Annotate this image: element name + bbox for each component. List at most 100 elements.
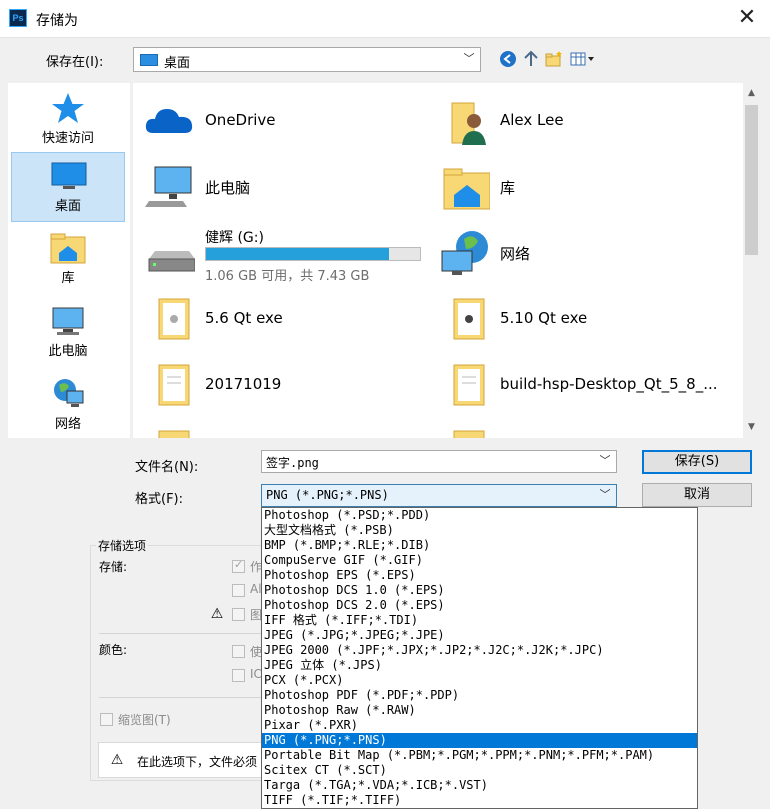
- format-option[interactable]: JPEG (*.JPG;*.JPEG;*.JPE): [262, 628, 697, 643]
- format-option[interactable]: PCX (*.PCX): [262, 673, 697, 688]
- desktop-icon: [140, 54, 158, 66]
- scroll-thumb[interactable]: [745, 105, 758, 255]
- network-icon: [49, 377, 87, 411]
- item-label: 20171019: [205, 375, 282, 393]
- options-title: 存储选项: [96, 537, 149, 554]
- filename-value: 签字.png: [266, 456, 319, 470]
- chevron-down-icon[interactable]: ﹀: [598, 453, 612, 469]
- list-item-user[interactable]: Alex Lee: [428, 91, 723, 151]
- checkbox-as-copy[interactable]: [232, 558, 245, 573]
- list-item-this-pc[interactable]: 此电脑: [133, 157, 428, 217]
- format-option[interactable]: TIFF (*.TIF;*.TIFF): [262, 793, 697, 808]
- format-option[interactable]: BMP (*.BMP;*.RLE;*.DIB): [262, 538, 697, 553]
- item-label: 网络: [500, 245, 531, 263]
- list-item-folder[interactable]: build-hsp-Desktop_Qt_5_8_...: [428, 355, 723, 415]
- drive-name: 健辉 (G:): [205, 230, 264, 246]
- place-network[interactable]: 网络: [11, 371, 125, 441]
- place-quick-access[interactable]: 快速访问: [11, 85, 125, 155]
- place-this-pc[interactable]: 此电脑: [11, 298, 125, 368]
- list-item-folder[interactable]: 5.10 Qt exe: [428, 289, 723, 349]
- format-option[interactable]: Photoshop Raw (*.RAW): [262, 703, 697, 718]
- place-label: 此电脑: [48, 344, 88, 359]
- checkbox-alpha[interactable]: [232, 584, 245, 597]
- list-item-onedrive[interactable]: OneDrive: [133, 91, 428, 151]
- location-combo[interactable]: 桌面 ﹀: [133, 47, 481, 72]
- back-icon[interactable]: [499, 50, 517, 68]
- format-option[interactable]: Targa (*.TGA;*.VDA;*.ICB;*.VST): [262, 778, 697, 793]
- format-option[interactable]: Photoshop PDF (*.PDF;*.PDP): [262, 688, 697, 703]
- divider: [99, 633, 269, 634]
- folder-icon: [438, 361, 490, 409]
- up-folder-icon[interactable]: [522, 50, 540, 68]
- format-option[interactable]: IFF 格式 (*.IFF;*.TDI): [262, 613, 697, 628]
- scroll-up-arrow-icon[interactable]: ▲: [743, 85, 760, 102]
- list-item-folder[interactable]: [133, 421, 428, 438]
- format-option[interactable]: JPEG 立体 (*.JPS): [262, 658, 697, 673]
- format-option[interactable]: PNG (*.PNG;*.PNS): [262, 733, 697, 748]
- filename-combo[interactable]: 签字.png ﹀: [261, 450, 617, 473]
- warning-icon: ⚠: [210, 606, 224, 622]
- list-item-folder[interactable]: 5.6 Qt exe: [133, 289, 428, 349]
- format-option[interactable]: Photoshop DCS 1.0 (*.EPS): [262, 583, 697, 598]
- scroll-down-arrow-icon[interactable]: ▼: [743, 419, 760, 436]
- format-option[interactable]: CompuServe GIF (*.GIF): [262, 553, 697, 568]
- checkbox-icc[interactable]: [232, 669, 245, 682]
- format-option[interactable]: Photoshop (*.PSD;*.PDD): [262, 508, 697, 523]
- close-button[interactable]: ✕: [724, 0, 770, 38]
- checkbox-proof[interactable]: [232, 645, 245, 658]
- user-folder-icon: [438, 97, 490, 145]
- network-icon: [438, 229, 490, 277]
- list-item-drive[interactable]: 健辉 (G:) 1.06 GB 可用，共 7.43 GB: [133, 223, 428, 284]
- vertical-scrollbar[interactable]: ▲ ▼: [743, 83, 760, 438]
- checkbox-layers[interactable]: [232, 608, 245, 621]
- format-option[interactable]: Scitex CT (*.SCT): [262, 763, 697, 778]
- list-item-library[interactable]: 库: [428, 157, 723, 217]
- photoshop-icon: Ps: [9, 9, 27, 27]
- chevron-down-icon: ﹀: [463, 52, 475, 65]
- file-list[interactable]: OneDrive Alex Lee 此电脑 库 健辉 (G:) 1.06 GB …: [133, 83, 743, 438]
- item-label: OneDrive: [205, 111, 276, 129]
- folder-icon: [143, 295, 195, 343]
- computer-icon: [49, 304, 87, 338]
- checkbox-thumbnail[interactable]: [100, 713, 113, 726]
- save-button[interactable]: 保存(S): [642, 450, 752, 474]
- place-label: 网络: [54, 417, 81, 432]
- warning-icon: ⚠: [110, 752, 124, 768]
- new-folder-icon[interactable]: [545, 50, 563, 68]
- place-label: 库: [61, 271, 75, 286]
- cancel-button[interactable]: 取消: [642, 483, 752, 507]
- place-desktop[interactable]: 桌面: [11, 152, 125, 222]
- folder-icon: [143, 427, 195, 438]
- divider: [99, 697, 269, 698]
- drive-icon: [143, 229, 196, 277]
- place-label: 桌面: [54, 199, 81, 214]
- places-sidebar: 快速访问 桌面 库 此电脑 网络: [8, 83, 130, 438]
- format-option[interactable]: Photoshop EPS (*.EPS): [262, 568, 697, 583]
- computer-icon: [143, 163, 195, 211]
- list-item-folder[interactable]: 20171019: [133, 355, 428, 415]
- desktop-icon: [50, 159, 88, 193]
- item-label: Alex Lee: [500, 111, 564, 129]
- list-item-folder[interactable]: [428, 421, 723, 438]
- chevron-down-icon[interactable]: ﹀: [598, 487, 612, 503]
- format-option[interactable]: Pixar (*.PXR): [262, 718, 697, 733]
- warning-text: 在此选项下，文件必须: [137, 755, 258, 769]
- library-icon: [49, 231, 87, 265]
- format-dropdown-list[interactable]: Photoshop (*.PSD;*.PDD) 大型文档格式 (*.PSB) BMP…: [261, 507, 698, 809]
- place-library[interactable]: 库: [11, 225, 125, 295]
- location-value: 桌面: [164, 56, 191, 71]
- cloud-icon: [143, 97, 195, 145]
- folder-icon: [143, 361, 195, 409]
- folder-icon: [438, 295, 490, 343]
- library-icon: [438, 163, 491, 211]
- view-menu-icon[interactable]: [569, 50, 597, 68]
- list-item-network[interactable]: 网络: [428, 223, 723, 283]
- format-select[interactable]: PNG (*.PNG;*.PNS) ﹀: [261, 484, 617, 507]
- window-title: 存储为: [36, 13, 78, 29]
- item-label: 库: [500, 179, 516, 197]
- color-label: 颜色:: [99, 643, 128, 657]
- format-option[interactable]: Photoshop DCS 2.0 (*.EPS): [262, 598, 697, 613]
- format-option[interactable]: Portable Bit Map (*.PBM;*.PGM;*.PPM;*.PN…: [262, 748, 697, 763]
- format-option[interactable]: JPEG 2000 (*.JPF;*.JPX;*.JP2;*.J2C;*.J2K…: [262, 643, 697, 658]
- format-option[interactable]: 大型文档格式 (*.PSB): [262, 523, 697, 538]
